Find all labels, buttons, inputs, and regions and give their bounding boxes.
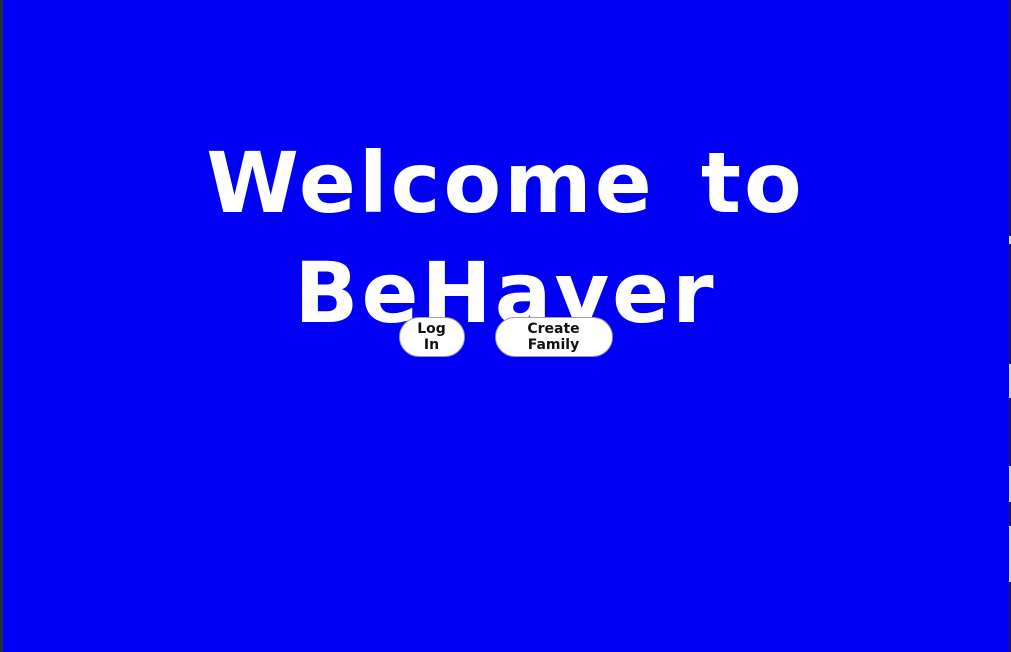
app-window: Welcome to BeHaver Log In Create Family: [0, 0, 1011, 652]
login-button[interactable]: Log In: [398, 317, 465, 357]
auth-actions: Log In Create Family: [0, 317, 1011, 357]
welcome-title: Welcome to BeHaver: [206, 134, 805, 342]
create-family-button[interactable]: Create Family: [494, 317, 613, 357]
